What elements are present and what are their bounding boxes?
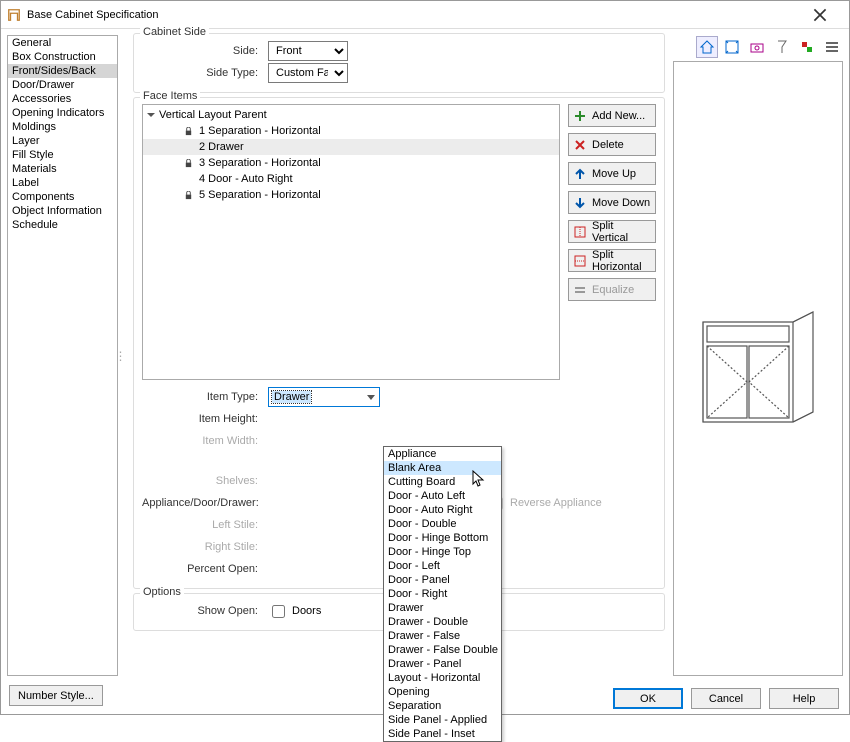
help-button[interactable]: Help (769, 688, 839, 709)
move-down-button[interactable]: Move Down (568, 191, 656, 214)
nav-box-construction[interactable]: Box Construction (8, 50, 117, 64)
move-up-button[interactable]: Move Up (568, 162, 656, 185)
tool-glass-icon[interactable] (771, 36, 793, 58)
close-icon (813, 8, 827, 22)
lock-icon (183, 190, 193, 200)
opt-appliance[interactable]: Appliance (384, 447, 501, 461)
opt-drawer-false[interactable]: Drawer - False (384, 629, 501, 643)
opt-side-panel-applied[interactable]: Side Panel - Applied (384, 713, 501, 727)
opt-door-left[interactable]: Door - Left (384, 559, 501, 573)
tree-item-4[interactable]: 4 Door - Auto Right (143, 171, 559, 187)
nav-components[interactable]: Components (8, 190, 117, 204)
add-new-button[interactable]: Add New... (568, 104, 656, 127)
side-select[interactable]: Front (268, 41, 348, 61)
ok-button[interactable]: OK (613, 688, 683, 709)
side-label: Side: (142, 45, 268, 57)
tree-item-5[interactable]: 5 Separation - Horizontal (143, 187, 559, 203)
tree-item-3[interactable]: 3 Separation - Horizontal (143, 155, 559, 171)
tool-extents-icon[interactable] (721, 36, 743, 58)
lock-icon (183, 158, 193, 168)
nav-moldings[interactable]: Moldings (8, 120, 117, 134)
reverse-appliance-check[interactable]: Reverse Appliance (486, 494, 602, 513)
opt-drawer-panel[interactable]: Drawer - Panel (384, 657, 501, 671)
cancel-button[interactable]: Cancel (691, 688, 761, 709)
opt-drawer-double[interactable]: Drawer - Double (384, 615, 501, 629)
number-style-button[interactable]: Number Style... (9, 685, 103, 706)
opt-door-auto-left[interactable]: Door - Auto Left (384, 489, 501, 503)
opt-door-hinge-top[interactable]: Door - Hinge Top (384, 545, 501, 559)
nav-front-sides-back[interactable]: Front/Sides/Back (8, 64, 117, 78)
nav-object-information[interactable]: Object Information (8, 204, 117, 218)
opt-cutting-board[interactable]: Cutting Board (384, 475, 501, 489)
window-title: Base Cabinet Specification (27, 9, 803, 21)
opt-door-right[interactable]: Door - Right (384, 587, 501, 601)
split-horizontal-icon (573, 254, 587, 268)
item-width-label: Item Width: (142, 435, 268, 447)
face-items-label: Face Items (140, 90, 200, 102)
item-type-dropdown[interactable]: Appliance Blank Area Cutting Board Door … (383, 446, 502, 742)
cabinet-side-label: Cabinet Side (140, 26, 209, 38)
opt-opening[interactable]: Opening (384, 685, 501, 699)
nav-layer[interactable]: Layer (8, 134, 117, 148)
item-type-select[interactable]: Drawer (268, 387, 380, 407)
split-vertical-button[interactable]: Split Vertical (568, 220, 656, 243)
equalize-icon (573, 283, 587, 297)
side-type-label: Side Type: (142, 67, 268, 79)
tool-color-icon[interactable] (796, 36, 818, 58)
split-horizontal-button[interactable]: Split Horizontal (568, 249, 656, 272)
tool-settings-icon[interactable] (821, 36, 843, 58)
plus-icon (573, 109, 587, 123)
opt-drawer[interactable]: Drawer (384, 601, 501, 615)
right-stile-label: Right Stile: (142, 541, 268, 553)
equalize-button[interactable]: Equalize (568, 278, 656, 301)
cabinet-side-group: Cabinet Side Side: Front Side Type: Cust… (133, 33, 665, 93)
category-list[interactable]: General Box Construction Front/Sides/Bac… (7, 35, 118, 676)
split-vertical-icon (573, 225, 587, 239)
options-label: Options (140, 586, 184, 598)
tree-parent[interactable]: Vertical Layout Parent (143, 107, 559, 123)
cabinet-preview-icon (693, 302, 823, 432)
nav-opening-indicators[interactable]: Opening Indicators (8, 106, 117, 120)
opt-blank-area[interactable]: Blank Area (384, 461, 501, 475)
nav-schedule[interactable]: Schedule (8, 218, 117, 232)
preview-toolbar (673, 35, 843, 59)
opt-door-panel[interactable]: Door - Panel (384, 573, 501, 587)
tree-item-1[interactable]: 1 Separation - Horizontal (143, 123, 559, 139)
nav-accessories[interactable]: Accessories (8, 92, 117, 106)
show-open-label: Show Open: (142, 605, 268, 617)
left-stile-label: Left Stile: (142, 519, 268, 531)
item-height-label: Item Height: (142, 413, 268, 425)
opt-layout-horizontal[interactable]: Layout - Horizontal (384, 671, 501, 685)
arrow-down-icon (573, 196, 587, 210)
cabinet-icon (7, 8, 21, 22)
opt-door-double[interactable]: Door - Double (384, 517, 501, 531)
lock-icon (183, 126, 193, 136)
opt-door-hinge-bottom[interactable]: Door - Hinge Bottom (384, 531, 501, 545)
opt-door-auto-right[interactable]: Door - Auto Right (384, 503, 501, 517)
percent-open-label: Percent Open: (142, 563, 268, 575)
tool-camera-icon[interactable] (746, 36, 768, 58)
nav-general[interactable]: General (8, 36, 117, 50)
nav-fill-style[interactable]: Fill Style (8, 148, 117, 162)
preview-canvas[interactable] (673, 61, 843, 676)
nav-materials[interactable]: Materials (8, 162, 117, 176)
nav-label[interactable]: Label (8, 176, 117, 190)
opt-drawer-false-double[interactable]: Drawer - False Double (384, 643, 501, 657)
opt-separation[interactable]: Separation (384, 699, 501, 713)
shelves-label: Shelves: (142, 475, 268, 487)
doors-checkbox[interactable]: Doors (268, 602, 398, 621)
tool-home-icon[interactable] (696, 36, 718, 58)
opt-side-panel-inset[interactable]: Side Panel - Inset (384, 727, 501, 741)
tree-item-2[interactable]: 2 Drawer (143, 139, 559, 155)
item-type-label: Item Type: (142, 391, 268, 403)
arrow-up-icon (573, 167, 587, 181)
adf-label: Appliance/Door/Drawer: (142, 497, 268, 509)
x-icon (573, 138, 587, 152)
side-type-select[interactable]: Custom Face (268, 63, 348, 83)
delete-button[interactable]: Delete (568, 133, 656, 156)
face-items-tree[interactable]: Vertical Layout Parent 1 Separation - Ho… (142, 104, 560, 380)
nav-door-drawer[interactable]: Door/Drawer (8, 78, 117, 92)
close-button[interactable] (803, 4, 843, 26)
